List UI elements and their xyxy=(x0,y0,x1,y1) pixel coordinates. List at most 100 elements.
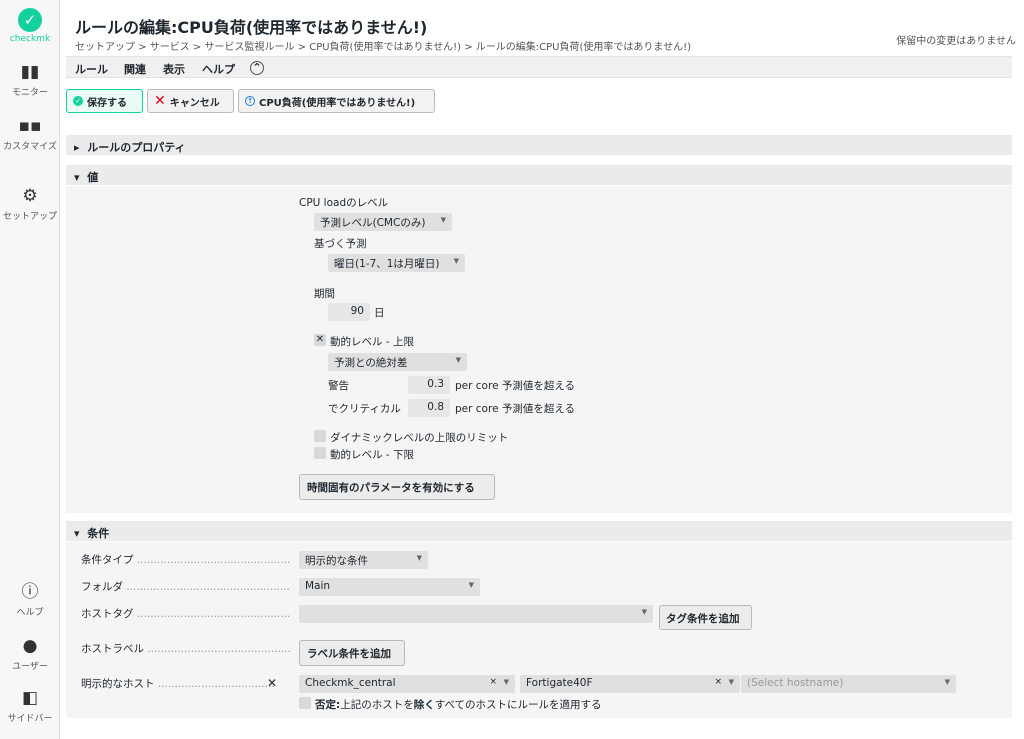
section-value[interactable]: ▾ 値 xyxy=(66,165,1012,185)
nav-setup[interactable]: ⚙ セットアップ xyxy=(0,186,60,222)
cpu-level-label: CPU loadのレベル xyxy=(299,197,389,209)
dropdown-arrow-icon: ▼ xyxy=(455,356,461,364)
negate-checkbox[interactable] xyxy=(299,697,311,709)
host-select-3[interactable]: (Select hostname) ▼ xyxy=(741,675,956,693)
dropdown-arrow-icon: ▼ xyxy=(641,608,647,616)
section-conditions[interactable]: ▾ 条件 xyxy=(66,521,1012,541)
lower-dynamic-checkbox[interactable] xyxy=(314,447,326,459)
condition-type-value: 明示的な条件 xyxy=(305,555,368,567)
upper-mode-value: 予測との絶対差 xyxy=(334,357,408,369)
main-content: ルールの編集:CPU負荷(使用率ではありません!) セットアップ > サービス … xyxy=(60,0,1024,739)
host-placeholder: (Select hostname) xyxy=(747,677,844,689)
grid-icon: ▪▪ xyxy=(18,116,42,136)
cancel-button-label: キャンセル xyxy=(169,97,220,109)
time-specific-button[interactable]: 時間固有のパラメータを有効にする xyxy=(299,474,495,500)
nav-setup-label: セットアップ xyxy=(2,212,57,222)
value-panel: CPU loadのレベル 予測レベル(CMCのみ) ▼ 基づく予測 曜日(1-7、… xyxy=(66,186,1012,513)
nav-monitor[interactable]: ▮▮ モニター xyxy=(0,62,60,98)
menu-help[interactable]: ヘルプ xyxy=(202,61,235,77)
crit-input[interactable]: 0.8 xyxy=(408,399,450,417)
clear-icon[interactable]: × xyxy=(714,677,722,687)
upper-limit-checkbox[interactable] xyxy=(314,430,326,442)
collapse-menu-icon[interactable]: ⌃ xyxy=(250,61,264,75)
upper-limit-label: ダイナミックレベルの上限のリミット xyxy=(330,432,509,444)
collapsed-arrow-icon: ▸ xyxy=(74,141,80,154)
nav-sidebar[interactable]: ◧ サイドバー xyxy=(0,688,60,724)
nav-monitor-label: モニター xyxy=(11,88,48,98)
section-value-title: 値 xyxy=(87,171,99,184)
warn-suffix: per core 予測値を超える xyxy=(455,380,576,392)
expanded-arrow-icon: ▾ xyxy=(74,527,80,540)
ruleset-link-label: CPU負荷(使用率ではありません!) xyxy=(259,97,416,109)
conditions-panel: 条件タイプ 明示的な条件 ▼ フォルダ Main ▼ ホストタグ ▼ タグ条件を追加… xyxy=(66,542,1012,718)
save-icon: ✓ xyxy=(73,96,83,106)
section-properties-title: ルールのプロパティ xyxy=(87,141,186,154)
folder-select[interactable]: Main ▼ xyxy=(299,578,480,596)
add-label-condition-button[interactable]: ラベル条件を追加 xyxy=(299,640,405,666)
checkmk-logo[interactable]: ✓ checkmk xyxy=(0,8,60,44)
level-type-value: 予測レベル(CMCのみ) xyxy=(320,217,426,229)
cancel-button[interactable]: ✕ キャンセル xyxy=(147,89,234,113)
clear-icon[interactable]: × xyxy=(489,677,497,687)
menu-display[interactable]: 表示 xyxy=(163,61,185,77)
upper-mode-select[interactable]: 予測との絶対差 ▼ xyxy=(328,353,467,371)
host-select-1[interactable]: Checkmk_central × ▼ xyxy=(299,675,515,693)
nav-help[interactable]: ⓘ ヘルプ xyxy=(0,582,60,618)
explicit-hosts-label: 明示的なホスト xyxy=(81,676,276,691)
condition-type-select[interactable]: 明示的な条件 ▼ xyxy=(299,551,428,569)
based-on-select[interactable]: 曜日(1-7、1は月曜日) ▼ xyxy=(328,254,465,272)
host-select-2[interactable]: Fortigate40F × ▼ xyxy=(520,675,740,693)
dropdown-arrow-icon: ▼ xyxy=(728,678,734,686)
folder-value: Main xyxy=(305,580,331,592)
period-label: 期間 xyxy=(314,288,335,300)
dropdown-arrow-icon: ▼ xyxy=(440,216,446,224)
menu-bar: ルール 関連 表示 ヘルプ ⌃ xyxy=(66,56,1012,78)
ruleset-link-button[interactable]: ↑ CPU負荷(使用率ではありません!) xyxy=(238,89,435,113)
based-on-value: 曜日(1-7、1は月曜日) xyxy=(334,258,440,270)
host-label-label: ホストラベル xyxy=(81,641,291,656)
negate-label: 否定:上記のホストを除くすべてのホストにルールを適用する xyxy=(315,699,602,711)
host-tag-label: ホストタグ xyxy=(81,606,291,621)
folder-label: フォルダ xyxy=(81,579,291,594)
nav-customize[interactable]: ▪▪ カスタマイズ xyxy=(0,116,60,152)
left-navigation: ✓ checkmk ▮▮ モニター ▪▪ カスタマイズ ⚙ セットアップ ⓘ ヘ… xyxy=(0,0,60,739)
page-title: ルールの編集:CPU負荷(使用率ではありません!) xyxy=(75,18,428,37)
info-icon: ⓘ xyxy=(21,582,39,602)
period-input[interactable]: 90 xyxy=(328,303,370,321)
dropdown-arrow-icon: ▼ xyxy=(944,678,950,686)
nav-customize-label: カスタマイズ xyxy=(3,142,57,152)
nav-user-label: ユーザー xyxy=(12,662,48,672)
menu-rule[interactable]: ルール xyxy=(75,61,108,77)
upper-dynamic-label: 動的レベル - 上限 xyxy=(330,336,414,348)
crit-suffix: per core 予測値を超える xyxy=(455,403,576,415)
pending-changes-status[interactable]: 保留中の変更はありません xyxy=(896,32,1016,47)
section-conditions-title: 条件 xyxy=(87,527,110,540)
breadcrumb[interactable]: セットアップ > サービス > サービス監視ルール > CPU負荷(使用率ではあ… xyxy=(75,38,691,53)
bar-chart-icon: ▮▮ xyxy=(20,62,40,82)
up-arrow-icon: ↑ xyxy=(245,96,255,106)
warn-label: 警告 xyxy=(328,380,349,392)
save-button[interactable]: ✓ 保存する xyxy=(66,89,143,113)
condition-type-label: 条件タイプ xyxy=(81,552,291,567)
expanded-arrow-icon: ▾ xyxy=(74,171,80,184)
save-button-label: 保存する xyxy=(87,97,127,109)
warn-input[interactable]: 0.3 xyxy=(408,376,450,394)
menu-related[interactable]: 関連 xyxy=(124,61,146,77)
add-tag-condition-button[interactable]: タグ条件を追加 xyxy=(659,605,752,630)
lower-dynamic-label: 動的レベル - 下限 xyxy=(330,449,414,461)
host-tag-select[interactable]: ▼ xyxy=(299,605,653,623)
upper-dynamic-checkbox[interactable]: ✕ xyxy=(314,334,326,346)
nav-sidebar-label: サイドバー xyxy=(7,714,53,724)
logo-text: checkmk xyxy=(9,34,51,44)
host-value-1: Checkmk_central xyxy=(305,677,396,689)
cancel-icon: ✕ xyxy=(154,93,166,109)
dropdown-arrow-icon: ▼ xyxy=(468,581,474,589)
host-value-2: Fortigate40F xyxy=(526,677,593,689)
period-unit: 日 xyxy=(374,307,385,319)
level-type-select[interactable]: 予測レベル(CMCのみ) ▼ xyxy=(314,213,452,231)
dropdown-arrow-icon: ▼ xyxy=(453,257,459,265)
section-rule-properties[interactable]: ▸ ルールのプロパティ xyxy=(66,135,1012,155)
nav-user[interactable]: ● ユーザー xyxy=(0,636,60,672)
remove-explicit-hosts-icon[interactable]: ✕ xyxy=(267,676,277,690)
crit-label: でクリティカル xyxy=(328,403,401,415)
